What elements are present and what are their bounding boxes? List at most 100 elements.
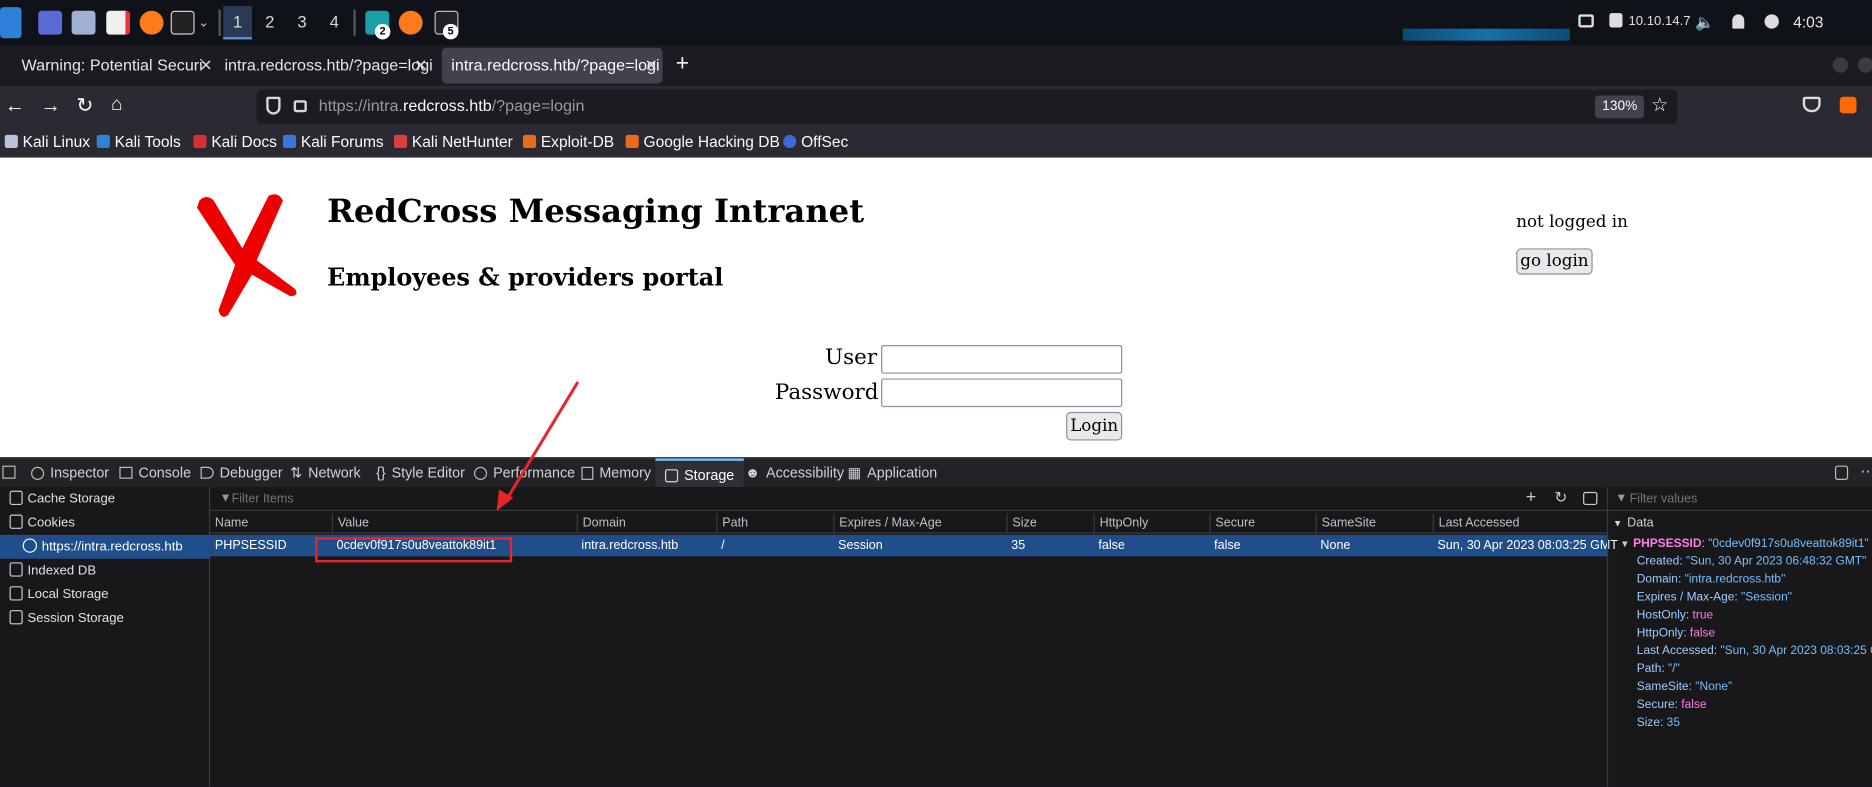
window-minimize-icon[interactable] — [1832, 57, 1849, 73]
column-header-domain[interactable]: Domain — [576, 513, 717, 533]
tab-label: Style Editor — [391, 464, 465, 482]
filter-values-input[interactable] — [1629, 489, 1857, 509]
bookmark-kali-docs[interactable]: Kali Docs — [193, 133, 277, 150]
data-row[interactable]: Path: "/" — [1637, 663, 1680, 676]
column-header-last-accessed[interactable]: Last Accessed — [1432, 513, 1607, 533]
file-manager-icon[interactable] — [71, 10, 96, 35]
forward-arrow-icon[interactable]: → — [41, 94, 61, 118]
text-editor-icon[interactable] — [106, 10, 131, 35]
data-section-header[interactable]: ▼ Data — [1613, 516, 1654, 530]
dock-side-icon[interactable] — [1834, 465, 1849, 480]
devtools-tab-inspector[interactable]: Inspector — [31, 458, 109, 487]
column-header-size[interactable]: Size — [1006, 513, 1093, 533]
url-bar[interactable]: https://intra.redcross.htb/?page=login 1… — [256, 89, 1678, 125]
user-input[interactable] — [881, 345, 1123, 374]
workspace-3[interactable]: 3 — [288, 12, 317, 31]
devtools-tab-application[interactable]: ▦ Application — [848, 458, 938, 487]
devtools-tab-memory[interactable]: Memory — [581, 458, 651, 487]
chevron-down-icon[interactable]: ⌄ — [198, 14, 209, 30]
workspace-2[interactable]: 2 — [255, 12, 284, 31]
terminal-launcher-icon[interactable] — [170, 10, 195, 35]
tree-item-intra-redcross[interactable]: https://intra.redcross.htb — [0, 534, 211, 559]
column-header-name[interactable]: Name — [210, 513, 332, 532]
column-header-secure[interactable]: Secure — [1209, 513, 1315, 533]
devtools-tab-performance[interactable]: Performance — [473, 458, 575, 487]
data-row[interactable]: HttpOnly: false — [1637, 627, 1715, 640]
column-header-expires[interactable]: Expires / Max-Age — [833, 513, 1006, 533]
home-icon[interactable]: ⌂ — [111, 94, 123, 115]
data-row[interactable]: SameSite: "None" — [1637, 681, 1732, 694]
bookmark-star-icon[interactable]: ☆ — [1651, 93, 1668, 117]
devtools-tab-network[interactable]: ⇅ Network — [290, 458, 361, 487]
reload-icon[interactable]: ↻ — [76, 94, 93, 118]
console-icon — [119, 466, 133, 479]
add-item-icon[interactable]: + — [1526, 487, 1536, 507]
power-icon[interactable] — [1764, 14, 1779, 29]
display-icon[interactable] — [1578, 14, 1594, 28]
column-header-path[interactable]: Path — [716, 513, 833, 533]
bookmark-kali-forums[interactable]: Kali Forums — [282, 133, 384, 150]
bookmark-kali-linux[interactable]: Kali Linux — [4, 133, 90, 150]
data-root-value: "0cdev0f917s0u8veattok89it1" — [1708, 537, 1869, 551]
login-button[interactable]: Login — [1066, 411, 1123, 441]
back-arrow-icon[interactable]: ← — [5, 94, 25, 118]
kali-menu-icon[interactable] — [0, 7, 22, 39]
tree-item-indexed-db[interactable]: Indexed DB — [0, 559, 210, 583]
new-tab-icon[interactable]: + — [676, 51, 689, 77]
column-header-httponly[interactable]: HttpOnly — [1093, 513, 1210, 533]
tab-warning[interactable]: Warning: Potential Securi ✕ — [12, 48, 217, 84]
devtools-tab-accessibility[interactable]: ☻ Accessibility — [745, 458, 844, 487]
devtools-tab-debugger[interactable]: Debugger — [200, 458, 283, 487]
password-input[interactable] — [881, 378, 1123, 408]
bookmark-kali-nethunter[interactable]: Kali NetHunter — [393, 133, 513, 150]
data-row[interactable]: Expires / Max-Age: "Session" — [1637, 591, 1792, 604]
bookmark-kali-tools[interactable]: Kali Tools — [96, 133, 181, 150]
data-row[interactable]: Last Accessed: "Sun, 30 Apr 2023 08:03:2… — [1637, 645, 1872, 658]
pocket-icon[interactable] — [1802, 96, 1821, 113]
tab-intra-login-active[interactable]: intra.redcross.htb/?page=logi ✕ — [441, 47, 663, 84]
toggle-sidebar-icon[interactable] — [1583, 491, 1598, 506]
filter-items-input[interactable] — [231, 489, 829, 509]
bookmark-offsec[interactable]: OffSec — [783, 133, 848, 150]
data-key: Path — [1636, 662, 1662, 676]
column-header-value[interactable]: Value — [331, 513, 577, 533]
tree-item-cookies[interactable]: Cookies — [0, 511, 210, 535]
workspace-1[interactable]: 1 — [223, 5, 252, 40]
close-icon[interactable]: ✕ — [414, 48, 427, 84]
data-row[interactable]: HostOnly: true — [1637, 609, 1713, 622]
lock-icon[interactable] — [293, 100, 307, 113]
data-row[interactable]: Created: "Sun, 30 Apr 2023 06:48:32 GMT" — [1637, 555, 1867, 568]
data-row[interactable]: Secure: false — [1637, 698, 1707, 711]
bookmark-exploit-db[interactable]: Exploit-DB — [522, 133, 614, 150]
tree-item-cache-storage[interactable]: Cache Storage — [0, 487, 210, 511]
show-desktop-icon[interactable] — [38, 10, 63, 35]
tab-intra-login[interactable]: intra.redcross.htb/?page=logi ✕ — [215, 48, 432, 84]
column-header-samesite[interactable]: SameSite — [1315, 513, 1433, 533]
element-picker-icon[interactable] — [2, 465, 16, 479]
volume-icon[interactable]: 🔈 — [1695, 13, 1714, 32]
more-options-icon[interactable]: ⋯ — [1860, 462, 1872, 481]
bookmark-google-hacking-db[interactable]: Google Hacking DB — [625, 133, 780, 150]
data-root-entry[interactable]: ▼ PHPSESSID: "0cdev0f917s0u8veattok89it1" — [1620, 537, 1869, 550]
firefox-window-icon[interactable] — [398, 10, 423, 35]
devtools-tab-console[interactable]: Console — [119, 458, 191, 487]
devtools-tab-storage[interactable]: Storage — [655, 458, 744, 488]
data-row[interactable]: Size: 35 — [1637, 716, 1680, 729]
tree-item-local-storage[interactable]: Local Storage — [0, 583, 210, 607]
zoom-level[interactable]: 130% — [1595, 95, 1645, 119]
shield-icon[interactable] — [266, 96, 281, 115]
firefox-launcher-icon[interactable] — [139, 10, 164, 35]
url-text[interactable]: https://intra.redcross.htb/?page=login — [319, 97, 585, 115]
refresh-icon[interactable]: ↻ — [1554, 488, 1567, 507]
tree-item-session-storage[interactable]: Session Storage — [0, 606, 210, 630]
extension-fox-icon[interactable] — [1839, 96, 1857, 114]
table-row[interactable]: PHPSESSID 0cdev0f917s0u8veattok89it1 int… — [210, 534, 1618, 557]
close-icon[interactable]: ✕ — [645, 48, 658, 84]
workspace-4[interactable]: 4 — [320, 12, 349, 31]
data-row[interactable]: Domain: "intra.redcross.htb" — [1637, 573, 1786, 586]
window-close-icon[interactable] — [1857, 57, 1872, 73]
devtools-tab-style-editor[interactable]: {} Style Editor — [376, 458, 465, 487]
go-login-button[interactable]: go login — [1516, 248, 1593, 275]
close-icon[interactable]: ✕ — [199, 48, 212, 84]
notification-bell-icon[interactable] — [1732, 14, 1745, 29]
